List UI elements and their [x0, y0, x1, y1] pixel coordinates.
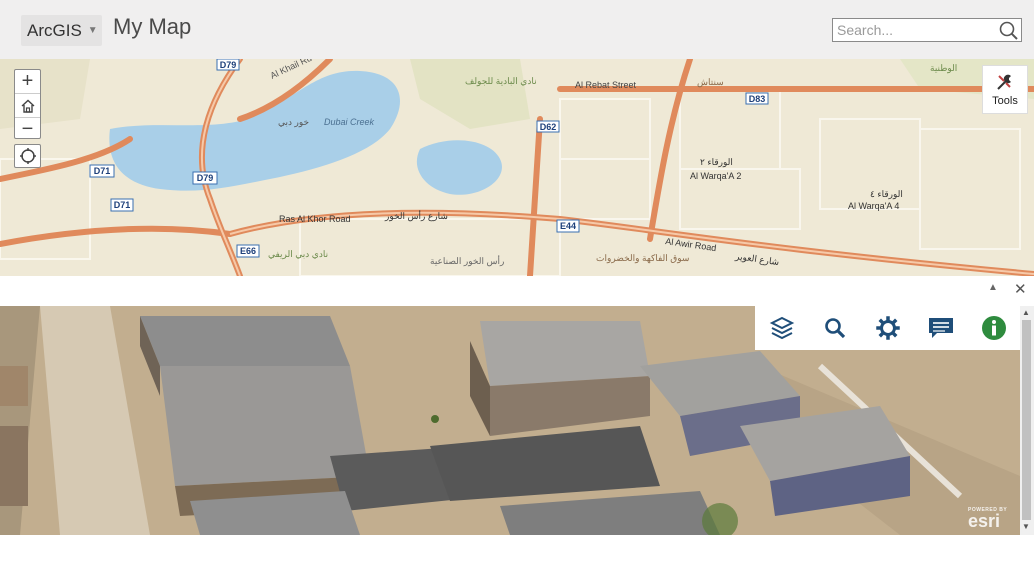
map-label: Al Warqa'A 2	[690, 171, 741, 181]
layers-icon	[769, 316, 794, 340]
scroll-down-icon[interactable]: ▼	[1022, 522, 1030, 531]
road-shield: D62	[540, 122, 557, 132]
map-label: نادي دبي الريفي	[268, 249, 328, 260]
info-icon	[981, 316, 1006, 340]
locate-icon	[19, 148, 36, 164]
road-shield: E66	[240, 246, 256, 256]
road-shield: D83	[749, 94, 766, 104]
road-shield: D79	[220, 60, 237, 70]
zoom-out-button[interactable]: −	[15, 118, 40, 141]
map-label: الوطنية	[930, 63, 957, 74]
scene-scrollbar[interactable]: ▲ ▼	[1020, 306, 1034, 535]
arcgis-menu-button[interactable]: ArcGIS ▼	[21, 15, 102, 46]
locate-button[interactable]	[14, 144, 41, 168]
scene-toolbar	[755, 306, 1020, 350]
app-header: ArcGIS ▼ My Map	[0, 0, 1034, 59]
panel-splitter[interactable]	[0, 276, 1034, 306]
comment-icon	[928, 318, 953, 338]
basemap: D79 D71 D79 D71 D62 D83 E44 E66 Al Khail…	[0, 59, 1034, 276]
zoom-in-button[interactable]: +	[15, 70, 40, 94]
scene-search-button[interactable]	[820, 313, 850, 343]
search-icon[interactable]	[998, 20, 1020, 42]
map-label: خور دبي	[278, 117, 309, 128]
map-label: الورقاء ٤	[870, 189, 903, 200]
map-label: الورقاء ٢	[700, 157, 733, 168]
tools-label: Tools	[992, 95, 1018, 107]
road-shield: D79	[197, 173, 214, 183]
map-title: My Map	[113, 14, 192, 39]
gear-icon	[875, 316, 900, 340]
zoom-control: + −	[14, 69, 41, 141]
home-icon	[21, 99, 34, 113]
map-label: رأس الخور الصناعية	[430, 254, 504, 267]
collapse-icon[interactable]: ▲	[988, 282, 998, 293]
search-icon	[824, 318, 845, 339]
search-input[interactable]	[832, 18, 1022, 42]
map-label: Al Warqa'A 4	[848, 201, 899, 211]
tools-button[interactable]: Tools	[982, 65, 1028, 114]
map-label: شارع رأس الخور	[384, 209, 448, 222]
road-shield: E44	[560, 221, 576, 231]
scrollbar-thumb[interactable]	[1022, 320, 1031, 520]
map-label: Ras Al Khor Road	[279, 214, 351, 224]
arcgis-menu-label: ArcGIS	[27, 20, 82, 40]
home-button[interactable]	[15, 94, 40, 118]
chevron-down-icon: ▼	[87, 25, 98, 36]
tools-icon	[997, 74, 1011, 90]
close-icon[interactable]: ✕	[1014, 280, 1027, 298]
info-button[interactable]	[979, 313, 1009, 343]
road-shield: D71	[94, 166, 111, 176]
scroll-up-icon[interactable]: ▲	[1022, 308, 1030, 317]
road-shield: D71	[114, 200, 131, 210]
map-label: نادي البادية للجولف	[465, 76, 537, 87]
map-label: Dubai Creek	[324, 117, 375, 127]
map-label: سوق الفاكهة والخضروات	[596, 253, 689, 264]
settings-button[interactable]	[873, 313, 903, 343]
esri-logo: POWERED BY esri	[968, 507, 1008, 531]
map-label: سنتاش	[697, 77, 724, 88]
map-label: Al Rebat Street	[575, 80, 637, 90]
comment-button[interactable]	[926, 313, 956, 343]
layers-button[interactable]	[767, 313, 797, 343]
map-2d-view[interactable]: D79 D71 D79 D71 D62 D83 E44 E66 Al Khail…	[0, 59, 1034, 276]
